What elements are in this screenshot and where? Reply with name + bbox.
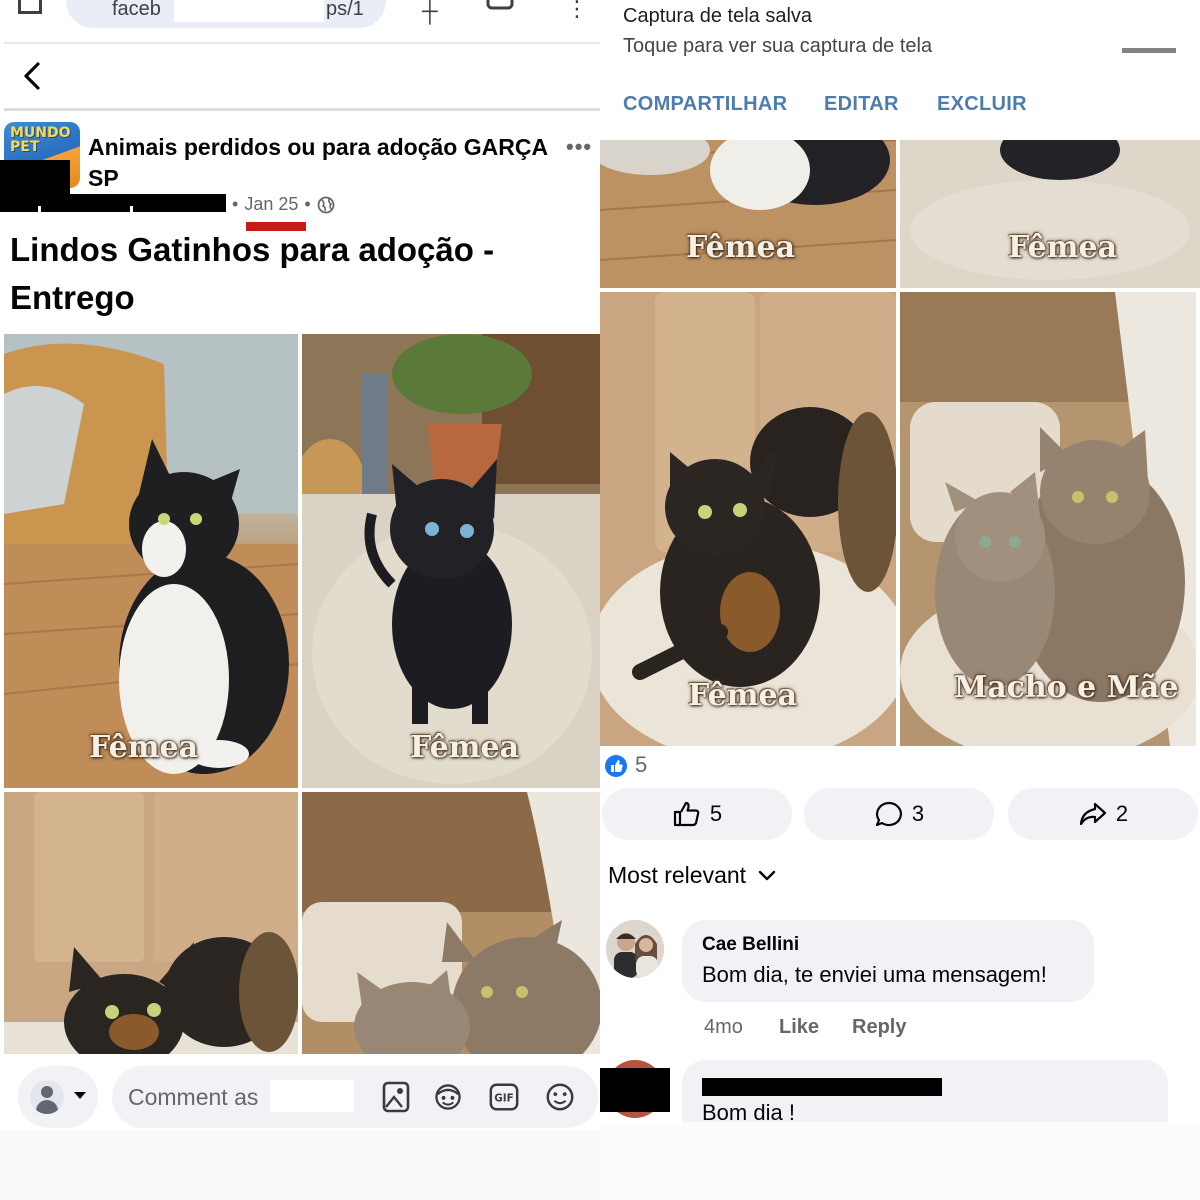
photo-label: Macho e Mãe (954, 670, 1179, 705)
like-button-count: 5 (709, 801, 723, 826)
avatar-redaction (600, 1068, 670, 1112)
comment-bubble-icon (875, 801, 902, 827)
commenter-avatar[interactable] (606, 920, 664, 978)
kitten-photo-top-left[interactable]: Fêmea (600, 140, 896, 288)
post-title: Lindos Gatinhos para adoção - Entrego (10, 231, 495, 316)
comment-button[interactable]: 3 (804, 788, 994, 840)
comment-reply-link[interactable]: Reply (852, 1016, 906, 1039)
svg-text:GIF: GIF (494, 1093, 513, 1105)
share-arrow-icon (1079, 802, 1106, 826)
home-icon[interactable] (18, 0, 42, 14)
comment-author[interactable]: Cae Bellini (702, 934, 799, 956)
kitten-black-blue-eyes-photo[interactable]: Fêmea (302, 334, 600, 788)
url-text-end: ps/1 (326, 0, 364, 20)
author-redaction-2 (702, 1078, 942, 1096)
author-redaction (0, 160, 70, 194)
sort-label: Most relevant (608, 862, 747, 888)
post-date[interactable]: Jan 25 (244, 194, 298, 215)
tortoiseshell-kitten-photo-large[interactable]: Fêmea (600, 292, 896, 746)
photo-label: Fêmea (89, 730, 199, 765)
emoji-icon[interactable] (544, 1080, 576, 1114)
group-logo-text: MUNDO PET (10, 125, 71, 155)
url-redaction (174, 0, 324, 22)
notification-subtitle: Toque para ver sua captura de tela (623, 35, 933, 57)
post-nav-row (0, 46, 600, 108)
share-button[interactable]: 2 (1008, 788, 1198, 840)
photo-label: Fêmea (1008, 230, 1118, 265)
system-nav-strip (0, 1130, 600, 1200)
commenter-name-redaction (270, 1080, 354, 1112)
photo-label: Fêmea (686, 230, 796, 265)
comment-input[interactable]: Comment as GIF (112, 1066, 598, 1128)
like-reaction-icon (605, 755, 627, 777)
thumbs-up-icon (673, 801, 700, 827)
globe-icon (317, 196, 335, 213)
chevron-down-icon (758, 870, 776, 880)
nav-divider (4, 108, 600, 111)
comment-bubble[interactable]: Cae Bellini Bom dia, te enviei uma mensa… (682, 920, 1094, 1002)
comment-text: Bom dia, te enviei uma mensagem! (702, 962, 1047, 987)
kitten-photo-top-right[interactable]: Fêmea (900, 140, 1200, 288)
tortoiseshell-kitten-photo[interactable] (4, 792, 298, 1054)
browser-menu-icon[interactable]: ⋮ (566, 0, 588, 22)
author-name-redaction (0, 194, 226, 212)
comment-placeholder: Comment as (128, 1084, 259, 1110)
avatar-sticker-icon[interactable] (432, 1080, 464, 1114)
notification-title: Captura de tela salva (623, 5, 813, 27)
add-tab-icon[interactable]: ┼ (422, 0, 438, 24)
photo-label: Fêmea (410, 730, 520, 765)
back-arrow-icon[interactable] (18, 60, 48, 92)
profile-switcher[interactable] (18, 1066, 98, 1128)
edit-action-button[interactable]: EDITAR (824, 93, 899, 116)
caret-down-icon (74, 1092, 86, 1099)
right-screenshot: Captura de tela salva Toque para ver sua… (600, 0, 1200, 1200)
comment-sort-dropdown[interactable]: Most relevant (608, 862, 776, 889)
tabby-cats-photo-large[interactable]: Macho e Mãe (900, 292, 1196, 746)
tabs-icon[interactable] (486, 0, 514, 18)
toolbar-divider (4, 42, 600, 44)
screenshot-notification[interactable]: Captura de tela salva Toque para ver sua… (600, 0, 1200, 140)
gif-icon[interactable]: GIF (488, 1080, 520, 1114)
url-text-start: faceb (112, 0, 161, 20)
group-name[interactable]: Animais perdidos ou para adoção GARÇA SP (88, 132, 548, 194)
system-nav-strip-right (600, 1122, 1200, 1200)
browser-toolbar: faceb ps/1 ┼ ⋮ (0, 0, 600, 44)
left-screenshot: faceb ps/1 ┼ ⋮ MUNDO PET Animais perdido… (0, 0, 600, 1200)
reaction-summary[interactable]: 5 (600, 748, 1200, 784)
photo-label: Fêmea (688, 678, 798, 713)
delete-action-button[interactable]: EXCLUIR (937, 93, 1027, 116)
notification-thumbnail (1122, 48, 1176, 53)
more-options-icon[interactable]: ••• (566, 134, 592, 160)
share-action-button[interactable]: COMPARTILHAR (623, 93, 787, 116)
url-bar[interactable]: faceb ps/1 (66, 0, 386, 28)
photo-icon[interactable] (380, 1080, 412, 1114)
comment-button-count: 3 (911, 801, 925, 826)
meta-separator: • (232, 194, 239, 214)
kitten-black-white-photo[interactable]: Fêmea (4, 334, 298, 788)
comment-like-link[interactable]: Like (779, 1016, 819, 1039)
reaction-count: 5 (635, 752, 648, 777)
profile-avatar-icon (30, 1080, 64, 1114)
like-button[interactable]: 5 (602, 788, 792, 840)
meta-separator-2: • (304, 194, 311, 214)
post-meta: • Jan 25 • (232, 194, 335, 215)
share-button-count: 2 (1115, 801, 1129, 826)
comment-bar: Comment as GIF (0, 1054, 600, 1138)
tabby-cats-photo[interactable] (302, 792, 600, 1054)
comment-age: 4mo (704, 1016, 743, 1038)
